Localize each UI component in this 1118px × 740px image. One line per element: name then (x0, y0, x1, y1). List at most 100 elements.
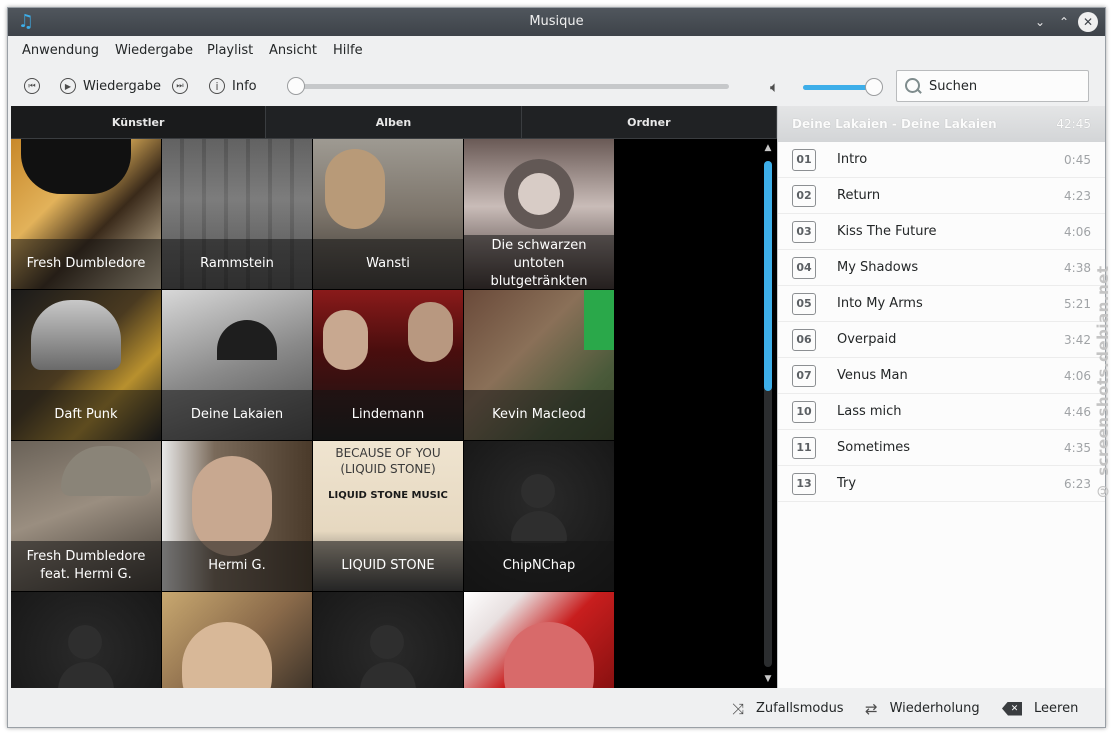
playlist-track[interactable]: 10 Lass mich 4:46 (778, 394, 1105, 430)
menu-anwendung[interactable]: Anwendung (22, 36, 99, 66)
play-icon: ▶ (60, 78, 76, 94)
artist-name: Lindemann (313, 390, 463, 440)
track-title: Kiss The Future (837, 224, 937, 239)
track-title: Return (837, 188, 881, 203)
artist-tile[interactable] (162, 592, 312, 688)
track-number: 06 (792, 329, 816, 351)
artist-tile[interactable]: Daft Punk (11, 290, 161, 440)
playlist-track[interactable]: 05 Into My Arms 5:21 (778, 286, 1105, 322)
artist-photo (323, 310, 368, 370)
artist-tile[interactable] (11, 592, 161, 688)
track-duration: 4:06 (1064, 225, 1091, 239)
artist-name: Die schwarzen untoten blutgetränkten Was… (464, 235, 614, 289)
playlist-track[interactable]: 07 Venus Man 4:06 (778, 358, 1105, 394)
window-title: Musique (529, 14, 584, 29)
seek-slider[interactable] (287, 77, 729, 95)
artist-tile[interactable]: Die schwarzen untoten blutgetränkten Was… (464, 139, 614, 289)
artist-photo (182, 622, 272, 688)
info-label: Info (232, 78, 257, 94)
track-title: Intro (837, 152, 868, 167)
person-placeholder-icon (370, 625, 404, 659)
track-number: 10 (792, 401, 816, 423)
menu-ansicht[interactable]: Ansicht (269, 36, 317, 66)
collection-tabs: Künstler Alben Ordner (11, 106, 777, 139)
artist-tile[interactable]: Rammstein (162, 139, 312, 289)
track-duration: 4:06 (1064, 369, 1091, 383)
seek-handle[interactable] (287, 77, 305, 95)
maximize-icon[interactable]: ⌃ (1054, 12, 1074, 32)
menu-hilfe[interactable]: Hilfe (333, 36, 363, 66)
shuffle-label: Zufallsmodus (756, 701, 844, 716)
playlist-total-duration: 42:45 (1056, 117, 1091, 131)
artist-name: LIQUID STONE (313, 541, 463, 591)
search-box[interactable] (896, 70, 1089, 102)
track-number: 04 (792, 257, 816, 279)
shuffle-button[interactable]: ⤨ Zufallsmodus (732, 688, 844, 727)
playlist-track[interactable]: 01 Intro 0:45 (778, 142, 1105, 178)
scroll-down-icon[interactable]: ▼ (759, 674, 777, 684)
artist-tile[interactable] (313, 592, 463, 688)
artist-tile[interactable] (464, 592, 614, 688)
artist-tile[interactable]: Wansti (313, 139, 463, 289)
artist-tile[interactable]: Fresh Dumbledore (11, 139, 161, 289)
playlist-track[interactable]: 04 My Shadows 4:38 (778, 250, 1105, 286)
skip-forward-icon: ⏭ (172, 78, 188, 94)
track-duration: 4:23 (1064, 189, 1091, 203)
volume-slider[interactable] (803, 78, 883, 96)
artist-tile[interactable]: Deine Lakaien (162, 290, 312, 440)
track-number: 05 (792, 293, 816, 315)
track-number: 02 (792, 185, 816, 207)
collection-view: Künstler Alben Ordner Fresh Dumbledore R… (11, 106, 777, 688)
playlist-track[interactable]: 02 Return 4:23 (778, 178, 1105, 214)
track-number: 01 (792, 149, 816, 171)
track-title: Sometimes (837, 440, 911, 455)
minimize-icon[interactable]: ⌄ (1030, 12, 1050, 32)
artist-name: Fresh Dumbledore (11, 239, 161, 289)
artist-photo (504, 159, 574, 229)
previous-button[interactable]: ⏮ (24, 76, 40, 96)
volume-handle[interactable] (864, 78, 883, 96)
playlist-track[interactable]: 06 Overpaid 3:42 (778, 322, 1105, 358)
artist-tile[interactable]: BECAUSE OF YOU (LIQUID STONE) LIQUID STO… (313, 441, 463, 591)
tab-kuenstler[interactable]: Künstler (11, 106, 267, 138)
playlist-panel: Deine Lakaien - Deine Lakaien 42:45 01 In… (777, 106, 1105, 688)
clear-icon: ✕ (1002, 701, 1022, 716)
track-title: My Shadows (837, 260, 919, 275)
track-title: Lass mich (837, 404, 902, 419)
menu-wiedergabe[interactable]: Wiedergabe (115, 36, 193, 66)
track-duration: 3:42 (1064, 333, 1091, 347)
info-button[interactable]: i Info (209, 76, 257, 96)
speaker-icon[interactable]: 🔈︎ (770, 78, 779, 96)
scroll-up-icon[interactable]: ▲ (759, 143, 777, 153)
artist-tile[interactable]: Fresh Dumbledore feat. Hermi G. (11, 441, 161, 591)
tab-ordner[interactable]: Ordner (522, 106, 777, 138)
artist-photo (504, 622, 594, 688)
track-number: 13 (792, 473, 816, 495)
tab-alben[interactable]: Alben (266, 106, 522, 138)
artist-tile[interactable]: Hermi G. (162, 441, 312, 591)
artist-name: Fresh Dumbledore feat. Hermi G. (11, 541, 161, 591)
clear-label: Leeren (1034, 701, 1079, 716)
clear-button[interactable]: ✕ Leeren (1002, 688, 1079, 727)
artist-photo (31, 300, 121, 370)
artist-tile[interactable]: ChipNChap (464, 441, 614, 591)
artist-name: Rammstein (162, 239, 312, 289)
playlist-track[interactable]: 13 Try 6:23 (778, 466, 1105, 502)
play-button[interactable]: ▶ Wiedergabe (60, 76, 161, 96)
repeat-button[interactable]: ⇄ Wiederholung (865, 688, 980, 727)
playlist-track[interactable]: 03 Kiss The Future 4:06 (778, 214, 1105, 250)
main-window: ♫ Musique ⌄ ⌃ ✕ Anwendung Wiedergabe Pla… (7, 7, 1106, 728)
artist-photo (61, 446, 151, 496)
artist-tile[interactable]: Kevin Macleod (464, 290, 614, 440)
search-icon (905, 78, 921, 94)
artist-tile[interactable]: Lindemann (313, 290, 463, 440)
close-icon[interactable]: ✕ (1078, 12, 1098, 32)
menu-playlist[interactable]: Playlist (207, 36, 253, 66)
playlist-track[interactable]: 11 Sometimes 4:35 (778, 430, 1105, 466)
next-button[interactable]: ⏭ (172, 76, 188, 96)
track-title: Overpaid (837, 332, 897, 347)
search-input[interactable] (929, 78, 1079, 94)
scrollbar-thumb[interactable] (764, 161, 772, 391)
repeat-icon: ⇄ (865, 699, 878, 718)
collection-scrollbar[interactable]: ▲ ▼ (759, 139, 777, 688)
